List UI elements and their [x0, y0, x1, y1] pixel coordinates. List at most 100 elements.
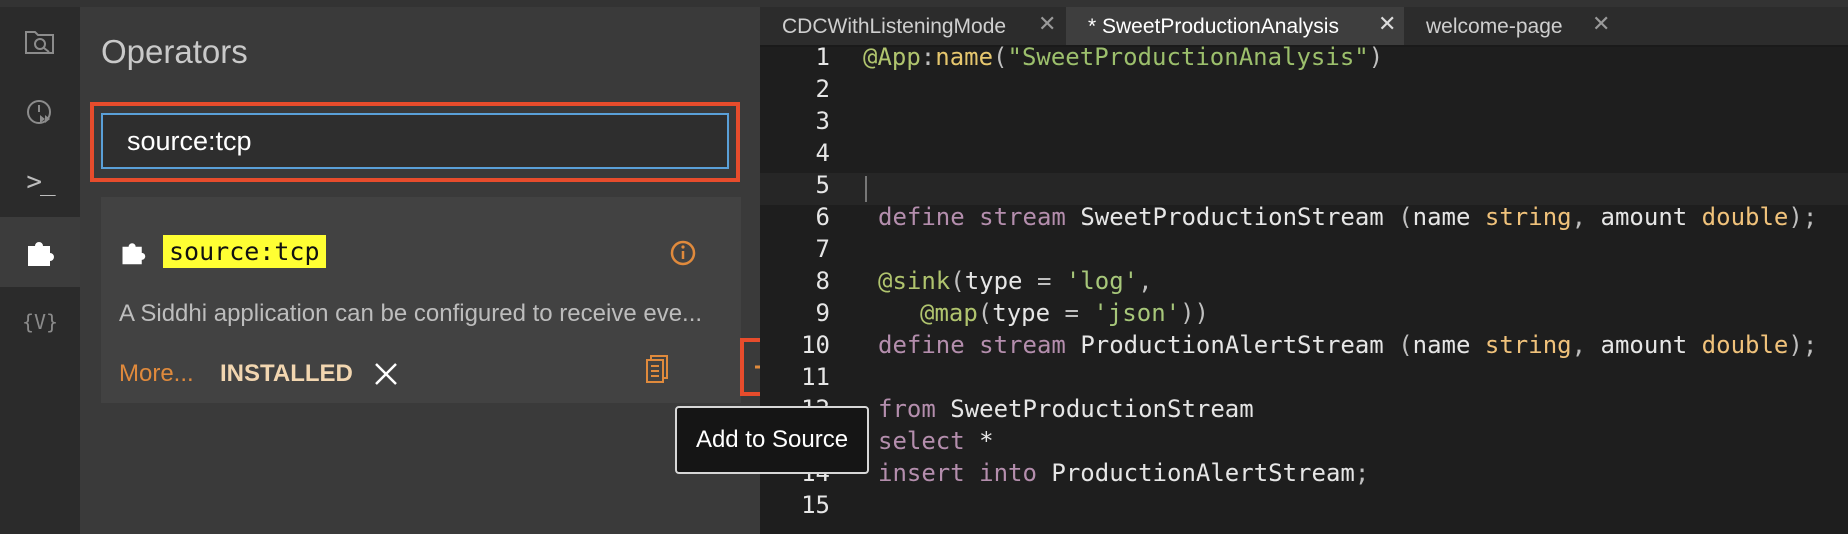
- operator-search-input[interactable]: [101, 113, 729, 169]
- variables-icon: {V}: [21, 310, 59, 334]
- type: double: [1701, 203, 1789, 231]
- extension-icon: [28, 242, 54, 266]
- rail-event-simulator[interactable]: [0, 77, 80, 147]
- tab-label: CDCWithListeningMode: [782, 15, 1007, 38]
- line-number: 9: [815, 299, 830, 327]
- activity-bar: >_ {V}: [0, 0, 1848, 534]
- code-editor[interactable]: 1 2 3 4 5 6 7 8 9 10 11 12 13 14 15 @App…: [760, 43, 1848, 534]
- stream-name: ProductionAlertStream: [1080, 331, 1384, 359]
- folder-search-icon: [25, 31, 54, 54]
- code-line-14: insert into ProductionAlertStream;: [878, 459, 1369, 487]
- code-line-12: from SweetProductionStream: [878, 395, 1254, 423]
- code-line-1: @App:name("SweetProductionAnalysis"): [863, 43, 1383, 71]
- attribute: name: [1412, 203, 1471, 231]
- semicolon: ;: [1354, 459, 1370, 487]
- string-literal: 'log': [1065, 267, 1139, 295]
- paren: ): [1368, 43, 1384, 71]
- rail-workspace-explorer[interactable]: [0, 7, 80, 77]
- keyword: into: [979, 459, 1037, 487]
- more-link[interactable]: More...: [119, 360, 194, 388]
- close-icon[interactable]: ✕: [1038, 11, 1056, 37]
- attribute: name: [1412, 331, 1471, 359]
- code-line-8: @sink(type = 'log',: [878, 267, 1153, 295]
- stream-name: SweetProductionStream: [1080, 203, 1384, 231]
- tab-cdcwithlisteningmode[interactable]: CDCWithListeningMode ✕: [760, 7, 1066, 47]
- close-icon[interactable]: ✕: [1378, 11, 1396, 37]
- keyword: stream: [979, 203, 1066, 231]
- keyword: insert: [878, 459, 965, 487]
- type: double: [1701, 331, 1789, 359]
- code-line-10: define stream ProductionAlertStream (nam…: [878, 331, 1817, 359]
- tab-label: welcome-page: [1426, 15, 1563, 38]
- tab-sweetproductionanalysis[interactable]: * SweetProductionAnalysis ✕: [1066, 7, 1404, 47]
- key: type: [964, 267, 1023, 295]
- line-number: 7: [815, 235, 830, 263]
- string-literal: "SweetProductionAnalysis": [1007, 43, 1369, 71]
- comma: ,: [1571, 331, 1587, 359]
- line-number: 11: [801, 363, 830, 391]
- attribute: amount: [1600, 331, 1688, 359]
- function-name: name: [935, 43, 994, 71]
- rail-extensions[interactable]: [0, 217, 80, 287]
- select-star: *: [979, 427, 994, 455]
- installed-status: INSTALLED: [220, 360, 353, 387]
- active-line-highlight: [760, 173, 1848, 205]
- comma: ,: [1138, 267, 1153, 295]
- tab-label: * SweetProductionAnalysis: [1088, 15, 1339, 38]
- rail-variables[interactable]: {V}: [0, 287, 80, 357]
- uninstall-close-icon[interactable]: [371, 359, 401, 389]
- string-literal: 'json': [1093, 299, 1181, 327]
- text-cursor: [865, 176, 867, 202]
- paren: (: [1398, 331, 1413, 359]
- keyword: define: [878, 203, 965, 231]
- paren: )): [1180, 299, 1210, 327]
- rail-console[interactable]: >_: [0, 147, 80, 217]
- line-number: 3: [815, 107, 830, 135]
- type: string: [1484, 331, 1572, 359]
- annotation: @sink: [878, 267, 951, 295]
- line-number: 6: [815, 203, 830, 231]
- paren: (: [977, 299, 993, 327]
- add-to-source-tooltip: Add to Source: [675, 406, 869, 474]
- line-number: 2: [815, 75, 830, 103]
- paren: (: [1398, 203, 1413, 231]
- attribute: amount: [1600, 203, 1688, 231]
- keyword: define: [878, 331, 965, 359]
- operator-name: source:tcp: [163, 235, 326, 268]
- keyword: select: [878, 427, 965, 455]
- console-icon: >_: [26, 167, 55, 197]
- paren: );: [1788, 203, 1818, 231]
- line-number: 15: [801, 491, 830, 519]
- paren: (: [993, 43, 1008, 71]
- copy-syntax-icon[interactable]: [645, 354, 669, 384]
- comma: ,: [1571, 203, 1587, 231]
- stream-name: SweetProductionStream: [950, 395, 1254, 423]
- code-line-13: select *: [878, 427, 994, 455]
- operator-card: source:tcp A Siddhi application can be c…: [101, 197, 741, 403]
- colon: :: [920, 43, 936, 71]
- equals: =: [1036, 267, 1052, 295]
- info-icon[interactable]: [669, 239, 697, 267]
- tab-welcome-page[interactable]: welcome-page ✕: [1404, 7, 1614, 47]
- key: type: [992, 299, 1051, 327]
- paren: (: [950, 267, 965, 295]
- line-number: 1: [815, 43, 830, 71]
- line-number: 5: [815, 171, 830, 199]
- code-line-6: define stream SweetProductionStream (nam…: [878, 203, 1817, 231]
- operators-panel: Operators source:tcp A Siddhi applicatio…: [80, 7, 798, 534]
- line-number: 8: [815, 267, 830, 295]
- paren: );: [1788, 331, 1818, 359]
- line-number: 10: [801, 331, 830, 359]
- keyword: from: [878, 395, 936, 423]
- line-number: 4: [815, 139, 830, 167]
- top-bar: [0, 0, 1848, 7]
- extension-icon: [122, 243, 146, 265]
- annotation: @App: [863, 43, 921, 71]
- close-icon[interactable]: ✕: [1592, 11, 1610, 37]
- keyword: stream: [979, 331, 1066, 359]
- event-simulator-icon: [27, 100, 51, 124]
- annotation: @map: [920, 299, 978, 327]
- code-line-9: @map(type = 'json')): [920, 299, 1209, 327]
- type: string: [1484, 203, 1572, 231]
- panel-title: Operators: [101, 33, 248, 70]
